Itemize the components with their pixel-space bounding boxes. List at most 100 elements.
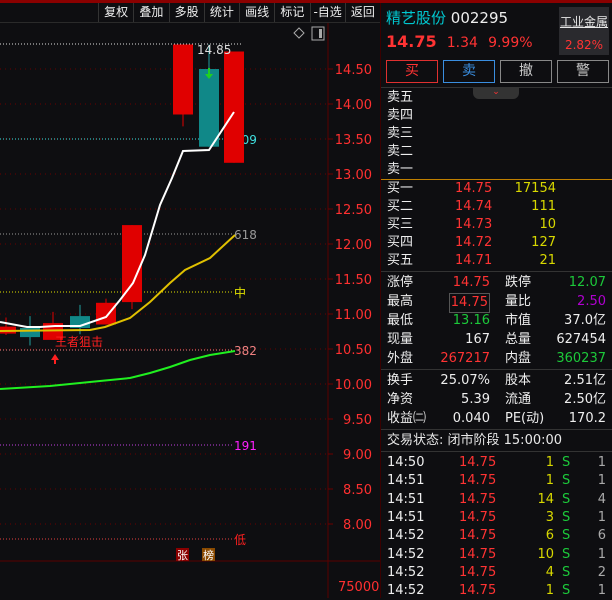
sector-box[interactable]: 工业金属 2.82% — [559, 7, 609, 55]
stat-value: 25.07% — [440, 373, 490, 388]
tick-row: 14:52 14.75 6 S 6 — [387, 527, 606, 545]
stat-row: 涨停 14.75 跌停 12.07 — [387, 274, 606, 292]
tick-volume: 14 — [537, 491, 554, 507]
tick-count: 2 — [597, 564, 606, 580]
toolbar-multi-stock[interactable]: 多股 — [168, 3, 204, 23]
bid-price: 14.75 — [455, 181, 493, 196]
stat-row: 外盘 267217 内盘 360237 — [387, 350, 606, 368]
divider — [381, 369, 612, 370]
stat-label: 市值 — [505, 313, 532, 328]
tick-count: 1 — [597, 473, 606, 489]
stat-value: 2.51亿 — [564, 373, 606, 388]
y-tick-label: 13.00 — [335, 168, 372, 183]
bid-row: 买三 14.73 10 — [387, 216, 606, 234]
toolbar-mark[interactable]: 标记 — [274, 3, 309, 23]
toolbar-overlay[interactable]: 叠加 — [133, 3, 168, 23]
bid-label: 买三 — [387, 217, 414, 232]
stat-label: 最低 — [387, 313, 414, 328]
ma-white-line — [0, 111, 235, 328]
y-tick-label: 11.00 — [335, 308, 372, 323]
tick-time: 14:51 — [387, 473, 425, 489]
sell-button[interactable]: 卖 — [443, 60, 495, 83]
cancel-order-button[interactable]: 撤 — [500, 60, 552, 83]
sector-pct: 2.82% — [564, 38, 604, 52]
bid-volume: 127 — [531, 235, 556, 250]
panel-toggle-icon[interactable] — [311, 26, 325, 41]
tick-price: 14.75 — [459, 473, 497, 489]
kline-chart[interactable]: 14.50 14.00 13.50 13.00 12.50 12.00 11.50 11.00… — [0, 23, 380, 598]
alert-button[interactable]: 警 — [557, 60, 609, 83]
signal-label: 王者狙击 — [55, 335, 103, 349]
y-tick-label: 8.50 — [343, 483, 372, 498]
stat-label: 内盘 — [505, 351, 532, 366]
candle-up — [96, 302, 116, 325]
tick-time: 14:52 — [387, 528, 425, 544]
tick-price: 14.75 — [459, 455, 497, 470]
tick-row: 14:52 14.75 10 S 1 — [387, 546, 606, 564]
tick-volume: 6 — [545, 528, 554, 544]
fib-618-label: 618 — [234, 228, 257, 242]
y-tick-label: 8.00 — [343, 518, 372, 533]
price-change-pct: 9.99% — [488, 35, 533, 51]
stat-label: 跌停 — [505, 275, 532, 290]
y-tick-label: 12.00 — [335, 238, 372, 253]
toolbar-back[interactable]: 返回 — [344, 3, 380, 23]
toolbar-draw-line[interactable]: 画线 — [239, 3, 274, 23]
stock-code: 002295 — [450, 9, 509, 27]
divider — [381, 271, 612, 272]
fib-382-label: 382 — [234, 344, 257, 358]
y-tick-label: 10.00 — [335, 378, 372, 393]
ask-label: 卖三 — [387, 126, 414, 141]
stat-value: 627454 — [556, 332, 606, 347]
tick-price: 14.75 — [459, 528, 497, 544]
stat-row: 净资 5.39 流通 2.50亿 — [387, 391, 606, 409]
bid-label: 买一 — [387, 181, 414, 196]
tick-side: S — [562, 564, 571, 580]
stat-value: 167 — [465, 332, 490, 347]
tick-time: 14:52 — [387, 564, 425, 580]
toolbar-fuquan[interactable]: 复权 — [98, 3, 133, 23]
ask-row: 卖三 — [387, 125, 606, 143]
bid-row: 买五 14.71 21 — [387, 252, 606, 270]
bid-price: 14.71 — [455, 253, 493, 268]
stat-row: 最高 14.75 量比 2.50 — [387, 293, 606, 313]
bid-row: 买二 14.74 111 — [387, 198, 606, 216]
tick-row: 14:51 14.75 14 S 4 — [387, 491, 606, 509]
y-tick-label: 12.50 — [335, 203, 372, 218]
tick-volume: 1 — [545, 473, 554, 489]
stat-label: 收益㈡ — [387, 411, 427, 426]
trading-status: 交易状态: 闭市阶段 15:00:00 — [387, 433, 563, 448]
ask-label: 卖四 — [387, 108, 414, 123]
chart-toolbar: 复权 叠加 多股 统计 画线 标记 -自选 返回 — [98, 3, 380, 23]
stock-name: 精艺股份 — [386, 9, 447, 27]
tick-time: 14:51 — [387, 491, 425, 507]
sector-name[interactable]: 工业金属 — [559, 13, 609, 30]
stat-value: 2.50亿 — [564, 392, 606, 407]
tick-time: 14:52 — [387, 583, 425, 599]
candle-up — [224, 51, 244, 163]
stat-row: 换手 25.07% 股本 2.51亿 — [387, 372, 606, 390]
diamond-icon[interactable] — [293, 27, 305, 39]
toolbar-statistics[interactable]: 统计 — [203, 3, 239, 23]
tick-row: 14:52 14.75 4 S 2 — [387, 564, 606, 582]
tick-side: S — [562, 491, 571, 507]
stat-value: 360237 — [556, 351, 606, 366]
buy-button[interactable]: 买 — [386, 60, 438, 83]
price-line: 14.75 1.34 9.99% — [386, 32, 533, 51]
stat-value: 14.75 — [452, 275, 490, 290]
candle-down — [199, 69, 219, 147]
bid-label: 买五 — [387, 253, 414, 268]
stat-value: 2.50 — [577, 294, 606, 309]
bid-volume: 21 — [539, 253, 556, 268]
stat-label: 净资 — [387, 392, 414, 407]
fib-mid-label: 中 — [234, 285, 246, 300]
y-tick-label: 14.00 — [335, 98, 372, 113]
tick-row: 14:50 14.75 1 S 1 — [387, 454, 606, 472]
tick-side: S — [562, 455, 571, 470]
stat-label: 流通 — [505, 392, 532, 407]
tick-count: 6 — [597, 528, 606, 544]
dragon-tiger-badge-text: 榜 — [203, 548, 214, 562]
toolbar-remove-watchlist[interactable]: -自选 — [309, 3, 345, 23]
fib-low-label: 低 — [234, 533, 246, 547]
bid-label: 买二 — [387, 199, 414, 214]
